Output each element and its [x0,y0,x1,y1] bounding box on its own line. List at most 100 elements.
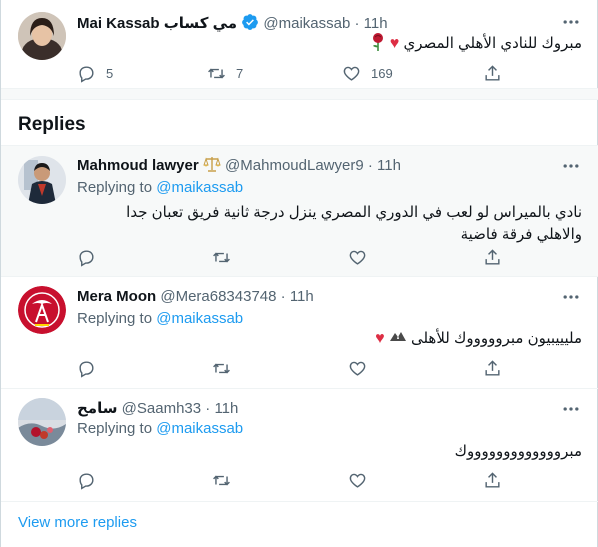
tweet-actions [77,246,507,268]
replying-to-mention[interactable]: @maikassab [156,179,243,196]
tweet-actions [77,469,507,491]
tweet-text: مبروووووووووووووك [454,443,582,460]
timestamp[interactable]: 11h [364,15,388,32]
handle[interactable]: @MahmoudLawyer9 [225,157,364,174]
display-name[interactable]: Mahmoud lawyer [77,157,199,174]
share-icon [485,471,500,488]
retweet-button[interactable] [212,357,231,379]
replying-to: Replying to @maikassab [77,178,243,198]
tweet-text-content: مبروك للنادي الأهلي المصري [403,35,582,52]
retweet-icon [213,363,230,373]
red-heart-emoji-icon: ♥ [389,35,400,52]
rose-emoji-icon [372,33,383,51]
more-options-icon[interactable] [561,399,581,419]
handle[interactable]: @maikassab [263,15,350,32]
retweet-button[interactable] [212,246,231,268]
handle[interactable]: @Saamh33 [122,400,201,417]
reply-count: 5 [106,65,114,81]
share-button[interactable] [483,246,502,268]
avatar-image [18,12,66,60]
tweet-header: سامح @Saamh33 · 11h [77,399,238,419]
avatar[interactable] [18,398,66,446]
retweet-button[interactable]: 7 [207,62,243,84]
tweet-header: Mera Moon @Mera68343748 · 11h [77,287,314,307]
verified-badge-icon [242,14,259,30]
tweet-text: مليييبيون مبروووووك للأهلى ♥ [77,328,582,350]
retweet-icon [213,475,230,485]
share-button[interactable] [483,357,502,379]
reply-icon [79,360,94,378]
more-options-icon[interactable] [561,12,581,32]
display-name-arabic[interactable]: مي كساب [164,15,237,32]
retweet-icon [208,68,225,78]
tweet-thread-card: Mai Kassab مي كساب @maikassab · 11h مبرو… [0,0,598,547]
reply-icon [79,472,94,490]
view-more-replies-link[interactable]: View more replies [18,514,137,531]
share-button[interactable] [483,469,502,491]
separator-dot: · [367,157,378,174]
avatar[interactable] [18,156,66,204]
heart-icon [343,66,360,81]
more-options-icon[interactable] [561,287,581,307]
replying-to-mention[interactable]: @maikassab [156,310,243,327]
avatar-image [18,156,66,204]
tweet-text: نادي بالميراس لو لعب في الدوري المصري ين… [126,204,582,243]
display-name[interactable]: سامح [77,400,117,417]
section-separator [1,88,598,100]
main-tweet[interactable]: Mai Kassab مي كساب @maikassab · 11h مبرو… [1,0,598,98]
replying-to-label: Replying to [77,420,153,437]
tweet-header: Mahmoud lawyer @MahmoudLawyer9 · 11h [77,156,401,176]
red-heart-emoji-icon: ♥ [375,330,385,347]
timestamp[interactable]: 11h [290,288,314,305]
reply-tweet[interactable]: Mera Moon @Mera68343748 · 11h Replying t… [1,277,598,388]
timestamp[interactable]: 11h [214,400,238,417]
heart-icon [349,473,366,488]
reply-tweet[interactable]: سامح @Saamh33 · 11h Replying to @maikass… [1,389,598,501]
replying-to-mention[interactable]: @maikassab [156,420,243,437]
reply-button[interactable] [77,469,96,491]
display-name[interactable]: Mai Kassab [77,15,160,32]
like-button[interactable] [348,469,367,491]
reply-button[interactable] [77,246,96,268]
reply-icon [79,249,94,267]
scales-emoji-icon [203,157,221,172]
heart-icon [349,250,366,265]
al-ahly-logo-avatar [18,286,66,334]
divider [1,501,598,502]
tweet-header: Mai Kassab مي كساب @maikassab · 11h [77,13,388,34]
avatar[interactable] [18,12,66,60]
like-button[interactable] [348,246,367,268]
heart-icon [349,361,366,376]
display-name[interactable]: Mera Moon [77,288,156,305]
more-options-icon[interactable] [561,156,581,176]
like-button[interactable]: 169 [342,62,393,84]
replying-to: Replying to @maikassab [77,419,243,439]
like-button[interactable] [348,357,367,379]
share-icon [485,359,500,376]
replying-to-label: Replying to [77,310,153,327]
share-icon [485,64,500,81]
reply-icon [79,65,94,83]
reply-button[interactable]: 5 [77,62,113,84]
tweet-actions [77,357,507,379]
share-icon [485,248,500,265]
tweet-text: مبروك للنادي الأهلي المصري ♥ [82,33,582,55]
timestamp[interactable]: 11h [377,157,401,174]
avatar-image [18,398,66,446]
separator-dot: · [354,15,364,32]
replying-to: Replying to @maikassab [77,309,243,329]
separator-dot: · [280,288,290,305]
retweet-icon [213,252,230,262]
tweet-text-content: مليييبيون مبروووووك للأهلى [410,330,582,347]
replies-heading: Replies [18,114,86,135]
reply-tweet[interactable]: Mahmoud lawyer @MahmoudLawyer9 · 11h Rep… [1,146,598,276]
eagle-emoji-icon [389,332,406,341]
retweet-button[interactable] [212,469,231,491]
share-button[interactable] [483,62,502,84]
handle[interactable]: @Mera68343748 [160,288,276,305]
replying-to-label: Replying to [77,179,153,196]
reply-button[interactable] [77,357,96,379]
like-count: 169 [371,65,393,81]
tweet-actions: 5 7 169 [77,62,507,84]
avatar[interactable] [18,286,66,334]
